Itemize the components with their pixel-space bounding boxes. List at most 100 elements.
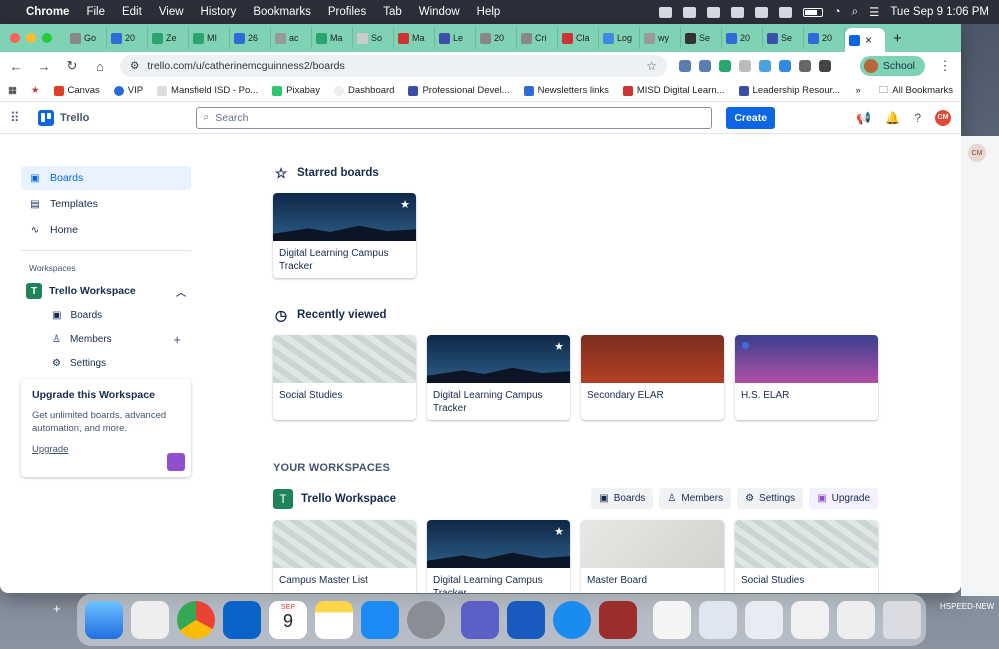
calendar-icon[interactable]: SEP 9 [269,601,307,639]
browser-tab[interactable]: Ma [312,27,353,49]
bookmark-leadership[interactable]: Leadership Resour... [738,85,840,96]
chevron-up-icon[interactable]: ︿ [176,284,186,299]
word-icon[interactable] [507,601,545,639]
help-icon[interactable]: ? [914,111,921,125]
browser-tab[interactable]: 20 [476,27,517,49]
notes-icon[interactable] [315,601,353,639]
browser-tab[interactable]: Se [763,27,804,49]
new-tab-button[interactable]: + [893,30,902,47]
minimize-window-button[interactable] [26,33,36,43]
bookmark-mansfield[interactable]: Mansfield ISD - Po... [157,85,258,96]
tab-search-icon[interactable] [819,60,831,72]
extension-icon[interactable] [699,60,711,72]
browser-tab[interactable]: ac [271,27,312,49]
workspace-boards-button[interactable]: ▣ Boards [591,488,654,509]
bookmark-dashboard[interactable]: Dashboard [333,85,394,96]
star-icon[interactable]: ★ [554,525,564,538]
board-card[interactable]: ★ Digital Learning Campus Tracker [273,193,416,278]
back-button[interactable]: ← [8,59,24,74]
tray-notification-icon[interactable] [754,6,768,18]
board-card[interactable]: ★ Digital Learning Campus Tracker [427,335,570,420]
sidebar-workspace[interactable]: T Trello Workspace ︿ [21,279,191,303]
bell-icon[interactable]: 🔔 [885,111,900,125]
board-card[interactable]: Social Studies [735,520,878,593]
bookmark-star-red-icon[interactable]: ★ [31,85,40,96]
background-window[interactable]: CM [961,136,999,596]
board-card[interactable]: ★ Digital Learning Campus Tracker [427,520,570,593]
browser-tab[interactable]: Le [435,27,476,49]
close-tab-icon[interactable]: × [865,33,872,47]
recent-window-icon[interactable] [699,601,737,639]
app-store-icon[interactable] [361,601,399,639]
menu-bookmarks[interactable]: Bookmarks [253,6,311,18]
workspace-members-button[interactable]: ♙ Members [659,488,732,509]
chrome-icon[interactable] [177,601,215,639]
extension-icon[interactable] [739,60,751,72]
dictionary-icon[interactable] [599,601,637,639]
workspace-name[interactable]: Trello Workspace [301,493,396,505]
menubar-clock[interactable]: Tue Sep 9 1:06 PM [890,6,989,18]
board-card[interactable]: Campus Master List [273,520,416,593]
puzzle-extensions-icon[interactable] [799,60,811,72]
tray-bluetooth-icon[interactable] [706,6,720,18]
forward-button[interactable]: → [36,59,52,74]
search-input[interactable]: ⌕ Search [196,106,713,129]
board-card[interactable]: Master Board [581,520,724,593]
battery-icon[interactable] [802,7,823,17]
zoom-window-button[interactable] [42,33,52,43]
bookmark-misd[interactable]: MISD Digital Learn... [622,85,725,96]
tray-sync-icon[interactable] [730,6,744,18]
sidebar-item-home[interactable]: ∿ Home [21,218,191,242]
browser-tab[interactable]: Cri [517,27,558,49]
outlook-icon[interactable] [223,601,261,639]
extension-icon[interactable] [719,60,731,72]
board-card[interactable]: Secondary ELAR [581,335,724,420]
bookmark-canvas[interactable]: Canvas [53,85,100,96]
avatar[interactable]: CM [935,109,951,126]
browser-tab[interactable]: Go [66,27,107,49]
menu-app-name[interactable]: Chrome [26,6,69,18]
teams-icon[interactable] [461,601,499,639]
browser-tab[interactable]: Log [599,27,640,49]
browser-tab[interactable]: 20 [107,27,148,49]
tray-app-icon[interactable] [658,6,672,18]
tray-grammar-icon[interactable] [682,6,696,18]
browser-tab[interactable]: 20 [722,27,763,49]
recent-document-icon[interactable] [653,601,691,639]
home-button[interactable]: ⌂ [92,59,108,74]
workspace-settings-button[interactable]: ⚙ Settings [737,488,804,509]
apps-grid-icon[interactable]: ▦ [8,85,17,96]
bookmark-professional[interactable]: Professional Devel... [408,85,510,96]
menu-help[interactable]: Help [477,6,501,18]
board-card[interactable]: H.S. ELAR [735,335,878,420]
browser-tab[interactable]: 26 [230,27,271,49]
menu-history[interactable]: History [201,6,237,18]
bookmark-pixabay[interactable]: Pixabay [272,85,320,96]
menu-view[interactable]: View [159,6,184,18]
recent-window-icon[interactable] [837,601,875,639]
upgrade-link[interactable]: Upgrade [32,444,68,455]
site-info-icon[interactable]: ⚙ [130,60,139,72]
sidebar-item-boards[interactable]: ▣ Boards [21,166,191,190]
workspace-upgrade-button[interactable]: ▣ Upgrade [809,488,878,509]
system-settings-icon[interactable] [407,601,445,639]
launchpad-icon[interactable] [131,601,169,639]
app-switcher-icon[interactable]: ⠿ [10,110,24,126]
control-center-icon[interactable]: ☰ [869,5,879,19]
all-bookmarks[interactable]: 🗀 All Bookmarks [879,83,953,99]
spotlight-icon[interactable]: ⌕ [852,6,858,19]
menu-file[interactable]: File [86,6,105,18]
recent-window-icon[interactable] [791,601,829,639]
tray-display-icon[interactable] [778,6,792,18]
browser-tab[interactable]: So [353,27,394,49]
star-icon[interactable]: ★ [554,340,564,353]
menu-tab[interactable]: Tab [383,6,402,18]
extension-icon[interactable] [779,60,791,72]
finder-icon[interactable] [85,601,123,639]
browser-tab[interactable]: Ma [394,27,435,49]
sidebar-item-templates[interactable]: ▤ Templates [21,192,191,216]
bookmark-vip[interactable]: VIP [113,85,143,96]
browser-tab[interactable]: MI [189,27,230,49]
extension-icon[interactable] [759,60,771,72]
chrome-menu-icon[interactable]: ⋮ [937,58,953,74]
